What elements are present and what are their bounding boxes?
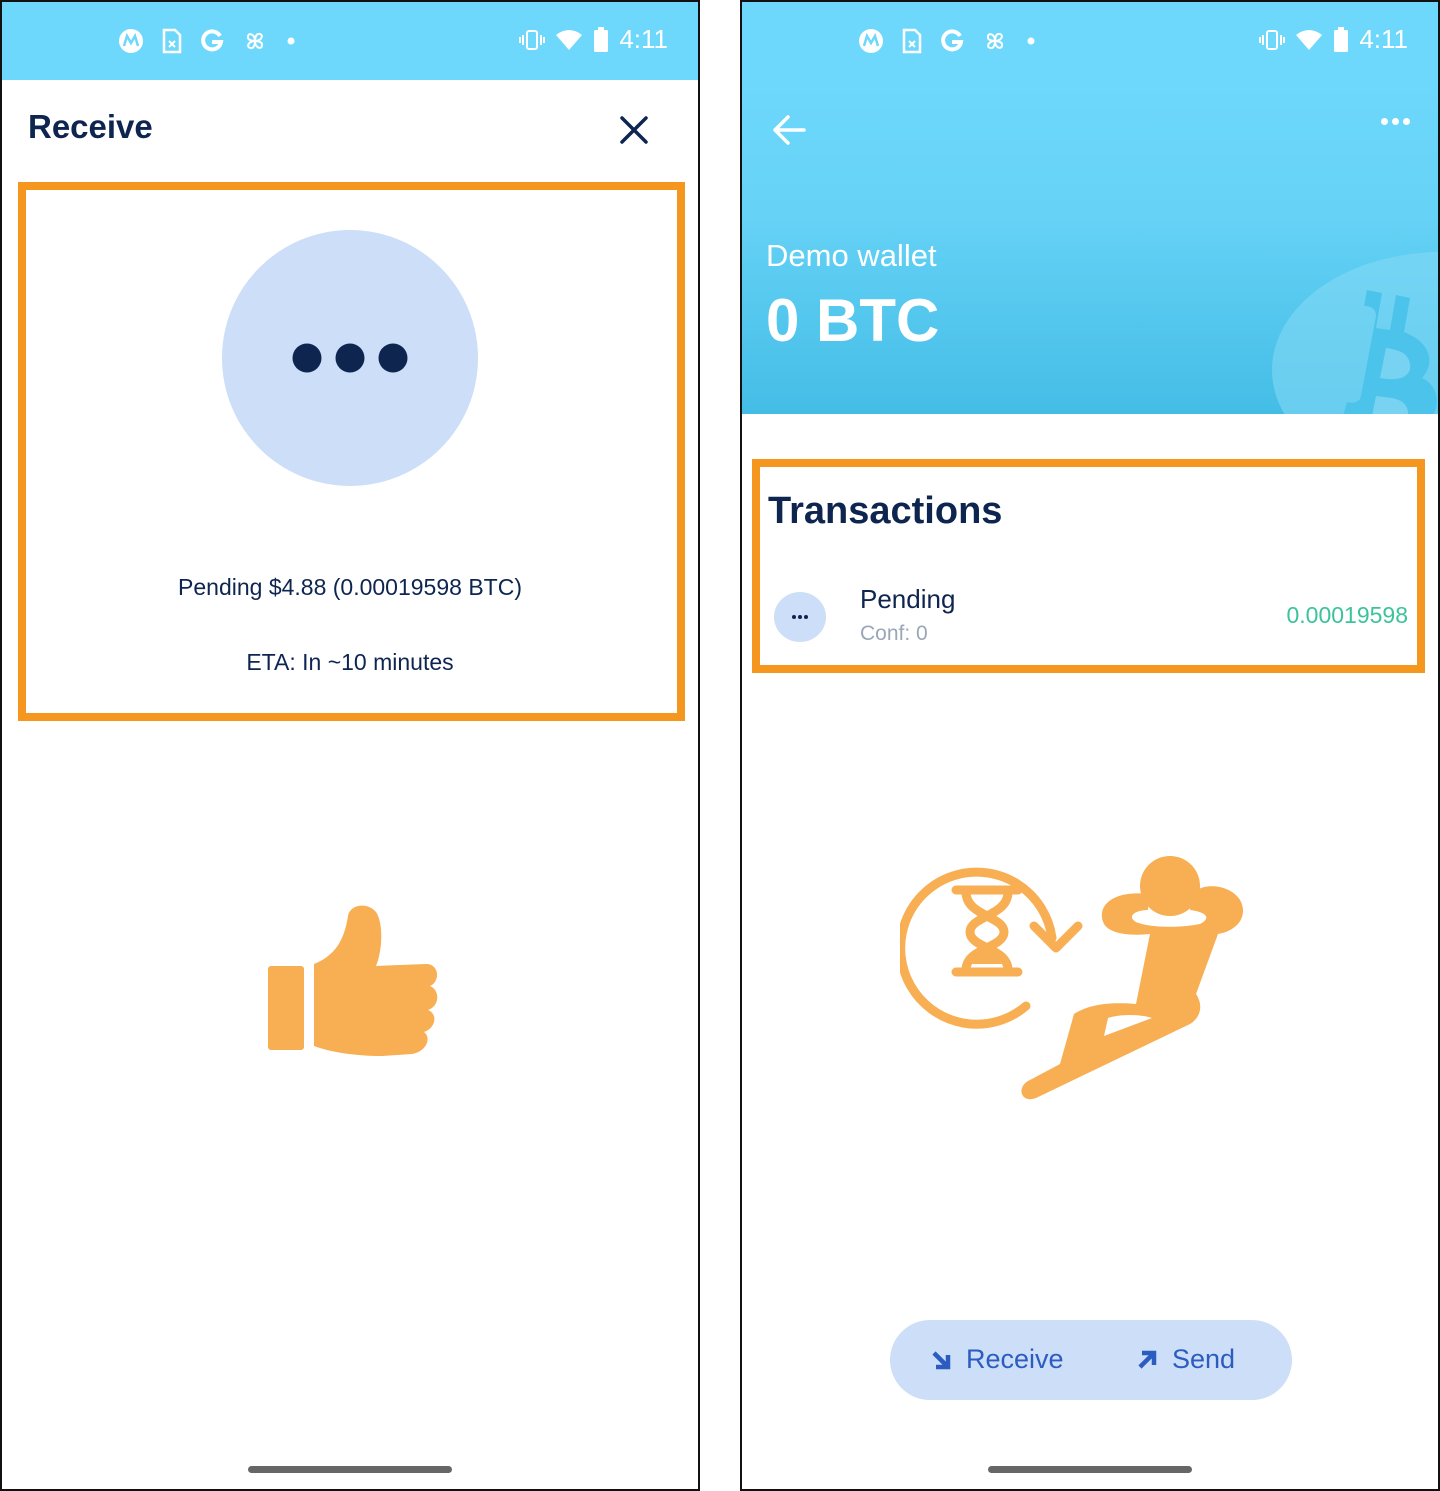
wallet-balance: 0 BTC: [766, 287, 940, 354]
pending-status-circle: [222, 230, 478, 486]
notification-dot-icon: [1027, 37, 1035, 45]
arrow-left-icon: [773, 115, 806, 145]
wallet-header: Demo wallet 0 BTC: [742, 80, 1438, 414]
more-horizontal-icon: [1381, 118, 1388, 125]
wallet-name: Demo wallet: [766, 238, 937, 273]
send-label: Send: [1172, 1344, 1236, 1374]
gesture-nav-handle[interactable]: [248, 1466, 452, 1473]
transaction-amount: 0.00019598: [1286, 602, 1408, 628]
vibrate-icon: [1259, 29, 1286, 50]
receive-label: Receive: [966, 1344, 1064, 1374]
thumbs-up-icon: [268, 905, 438, 1056]
gesture-nav-handle[interactable]: [988, 1466, 1192, 1473]
transaction-status: Pending: [860, 584, 956, 614]
send-button[interactable]: Send: [1136, 1344, 1235, 1375]
transaction-row[interactable]: Pending Conf: 0 0.00019598: [760, 580, 1410, 655]
sim-icon: [162, 28, 182, 54]
page-title: Receive: [28, 108, 153, 145]
status-bar: 4:11: [2, 2, 698, 80]
bitcoin-watermark-icon: [1272, 252, 1438, 414]
status-time: 4:11: [619, 24, 668, 54]
close-button[interactable]: [614, 110, 654, 150]
pending-dots-icon: [292, 343, 408, 373]
vibrate-icon: [519, 29, 546, 50]
google-icon: [941, 29, 964, 52]
wifi-icon: [1296, 29, 1323, 50]
receive-screen: 4:11 Receive Pending $4.88 (0.00019598 B…: [0, 0, 700, 1491]
receive-button[interactable]: Receive: [930, 1344, 1064, 1375]
battery-icon: [594, 26, 609, 52]
pinwheel-icon: [246, 32, 264, 50]
pending-dots-icon: [774, 592, 826, 642]
transaction-confirmations: Conf: 0: [860, 622, 928, 645]
back-button[interactable]: [770, 112, 810, 148]
wifi-icon: [556, 29, 583, 50]
notification-dot-icon: [287, 37, 295, 45]
motorola-icon: [119, 29, 143, 53]
status-bar: 4:11: [742, 2, 1438, 80]
motorola-icon: [859, 29, 883, 53]
pending-amount-text: Pending $4.88 (0.00019598 BTC): [178, 574, 522, 600]
arrow-down-right-icon: [932, 1350, 951, 1369]
arrow-up-right-icon: [1138, 1350, 1157, 1369]
action-bar: Receive Send: [890, 1320, 1292, 1400]
wallet-screen: 4:11 Demo wallet 0 BTC Transactions Pend…: [740, 0, 1440, 1491]
sim-icon: [902, 28, 922, 54]
status-time: 4:11: [1359, 24, 1408, 54]
relax-waiting-icon: [900, 856, 1244, 1100]
eta-text: ETA: In ~10 minutes: [246, 649, 454, 675]
pinwheel-icon: [986, 32, 1004, 50]
google-icon: [201, 29, 224, 52]
battery-icon: [1334, 26, 1349, 52]
more-options-button[interactable]: [1381, 118, 1410, 125]
close-icon: [620, 116, 648, 144]
transactions-heading: Transactions: [768, 490, 1003, 532]
